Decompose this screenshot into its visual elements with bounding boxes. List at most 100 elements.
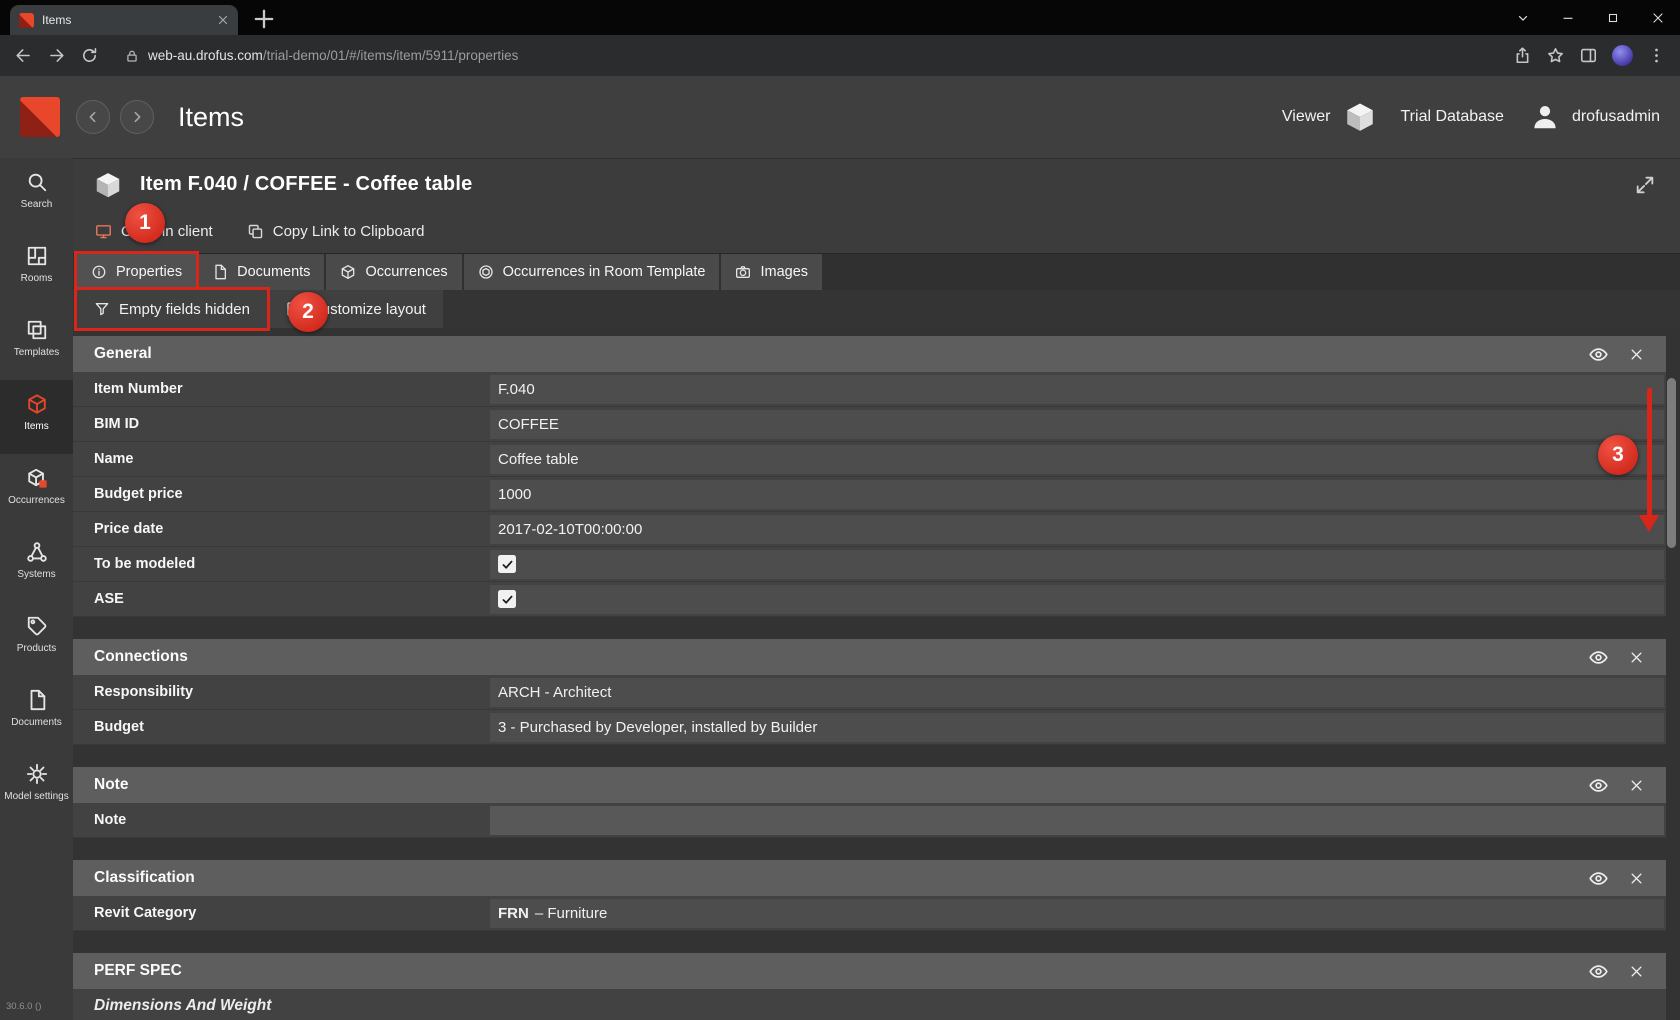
section-header[interactable]: Classification	[73, 860, 1666, 896]
eye-icon[interactable]	[1588, 775, 1609, 796]
eye-icon[interactable]	[1588, 868, 1609, 889]
section-title: PERF SPEC	[94, 962, 1588, 980]
item-tabs: Properties Documents Occurrences Occurre…	[73, 253, 1680, 290]
lock-icon	[125, 49, 139, 63]
section-title: Note	[94, 776, 1588, 794]
sidebar-item-model-settings[interactable]: Model settings	[0, 750, 73, 824]
rooms-icon	[26, 245, 48, 267]
close-window-button[interactable]	[1635, 0, 1680, 35]
field-row-bim-id: BIM ID COFFEE	[73, 407, 1666, 442]
browser-tab-bar: Items	[0, 0, 1680, 35]
user-menu[interactable]: drofusadmin	[1530, 102, 1660, 132]
close-icon[interactable]	[1629, 778, 1644, 793]
field-row-ase: ASE	[73, 582, 1666, 617]
eye-icon[interactable]	[1588, 344, 1609, 365]
item-actions-row: Open in client Copy Link to Clipboard	[73, 210, 1680, 253]
cube-icon	[340, 264, 356, 280]
sidebar-item-search[interactable]: Search	[0, 158, 73, 232]
app-back-button[interactable]	[76, 100, 110, 134]
sidebar-item-occurrences[interactable]: Occurrences	[0, 454, 73, 528]
header-right: Viewer Trial Database drofusadmin	[1282, 100, 1660, 134]
close-icon[interactable]	[1629, 964, 1644, 979]
app-header: Items Viewer Trial Database drofusadmin	[0, 76, 1680, 158]
close-icon[interactable]	[1629, 347, 1644, 362]
field-row-budget: Budget 3 - Purchased by Developer, insta…	[73, 710, 1666, 745]
eye-icon[interactable]	[1588, 647, 1609, 668]
side-panel-icon[interactable]	[1579, 46, 1598, 65]
window-controls	[1500, 0, 1680, 35]
section-header[interactable]: General	[73, 336, 1666, 372]
field-value[interactable]	[490, 585, 1664, 614]
subgroup-row: Dimensions And Weight	[73, 989, 1666, 1020]
field-value[interactable]: Coffee table	[490, 445, 1664, 474]
empty-fields-hidden-button[interactable]: Empty fields hidden	[77, 290, 267, 328]
reload-icon[interactable]	[80, 46, 99, 65]
viewer-role-selector[interactable]: Viewer	[1282, 100, 1377, 134]
new-tab-button[interactable]	[250, 5, 278, 33]
customize-layout-button[interactable]: Customize layout	[269, 290, 443, 328]
tab-documents[interactable]: Documents	[198, 254, 324, 290]
field-value[interactable]: FRN – Furniture	[490, 899, 1664, 928]
database-name[interactable]: Trial Database	[1401, 108, 1504, 126]
tab-search-chevron-icon[interactable]	[1500, 0, 1545, 35]
drofus-favicon	[19, 13, 34, 28]
sidebar-item-documents[interactable]: Documents	[0, 676, 73, 750]
field-value[interactable]: COFFEE	[490, 410, 1664, 439]
documents-icon	[26, 689, 48, 711]
page-title: Items	[178, 102, 1282, 133]
menu-dots-icon[interactable]	[1647, 46, 1666, 65]
field-value[interactable]	[490, 550, 1664, 579]
bookmark-star-icon[interactable]	[1546, 46, 1565, 65]
field-value[interactable]	[490, 806, 1664, 835]
item-title: Item F.040 / COFFEE - Coffee table	[140, 173, 1617, 196]
profile-avatar[interactable]	[1612, 45, 1633, 66]
app-version: 30.6.0 ()	[6, 1001, 41, 1012]
field-value[interactable]: 3 - Purchased by Developer, installed by…	[490, 713, 1664, 742]
scrollbar-thumb[interactable]	[1667, 378, 1676, 548]
checkbox-checked[interactable]	[498, 590, 516, 608]
address-bar[interactable]: web-au.drofus.com/trial-demo/01/#/items/…	[113, 41, 1499, 71]
field-value[interactable]: ARCH - Architect	[490, 678, 1664, 707]
sidebar-item-rooms[interactable]: Rooms	[0, 232, 73, 306]
sidebar-item-products[interactable]: Products	[0, 602, 73, 676]
app-forward-button[interactable]	[120, 100, 154, 134]
properties-content: General Item Number F.040 BIM ID COFFEE …	[73, 328, 1680, 1020]
action-copy-link-to-clipboard[interactable]: Copy Link to Clipboard	[247, 223, 425, 240]
properties-toolbar: Empty fields hidden Customize layout	[73, 290, 1680, 328]
minimize-button[interactable]	[1545, 0, 1590, 35]
systems-icon	[26, 541, 48, 563]
forward-icon[interactable]	[47, 46, 66, 65]
sidebar-item-systems[interactable]: Systems	[0, 528, 73, 602]
tab-properties[interactable]: Properties	[77, 254, 196, 290]
back-icon[interactable]	[14, 46, 33, 65]
field-row-revit-category: Revit Category FRN – Furniture	[73, 896, 1666, 931]
maximize-button[interactable]	[1590, 0, 1635, 35]
browser-toolbar: web-au.drofus.com/trial-demo/01/#/items/…	[0, 35, 1680, 76]
action-open-in-client[interactable]: Open in client	[95, 223, 213, 240]
section-header[interactable]: PERF SPEC	[73, 953, 1666, 989]
sidebar-item-items[interactable]: Items	[0, 380, 73, 454]
checkbox-checked[interactable]	[498, 555, 516, 573]
field-value[interactable]: 2017-02-10T00:00:00	[490, 515, 1664, 544]
section-header[interactable]: Note	[73, 767, 1666, 803]
close-icon[interactable]	[1629, 871, 1644, 886]
browser-tab[interactable]: Items	[10, 5, 238, 35]
field-value[interactable]: 1000	[490, 480, 1664, 509]
sidebar-item-templates[interactable]: Templates	[0, 306, 73, 380]
section-header[interactable]: Connections	[73, 639, 1666, 675]
occurrences-icon	[26, 467, 48, 489]
tab-occurrences-in-room-template[interactable]: Occurrences in Room Template	[464, 254, 720, 290]
share-icon[interactable]	[1513, 46, 1532, 65]
field-value[interactable]: F.040	[490, 375, 1664, 404]
fullscreen-expand-icon[interactable]	[1634, 174, 1656, 196]
eye-icon[interactable]	[1588, 961, 1609, 982]
section-title: General	[94, 345, 1588, 363]
tab-close-icon[interactable]	[217, 14, 229, 26]
tab-images[interactable]: Images	[721, 254, 822, 290]
section-note: Note Note	[73, 767, 1666, 838]
field-label: Budget	[73, 719, 490, 735]
item-title-bar: Item F.040 / COFFEE - Coffee table	[73, 158, 1680, 210]
field-row-price-date: Price date 2017-02-10T00:00:00	[73, 512, 1666, 547]
close-icon[interactable]	[1629, 650, 1644, 665]
tab-occurrences[interactable]: Occurrences	[326, 254, 461, 290]
